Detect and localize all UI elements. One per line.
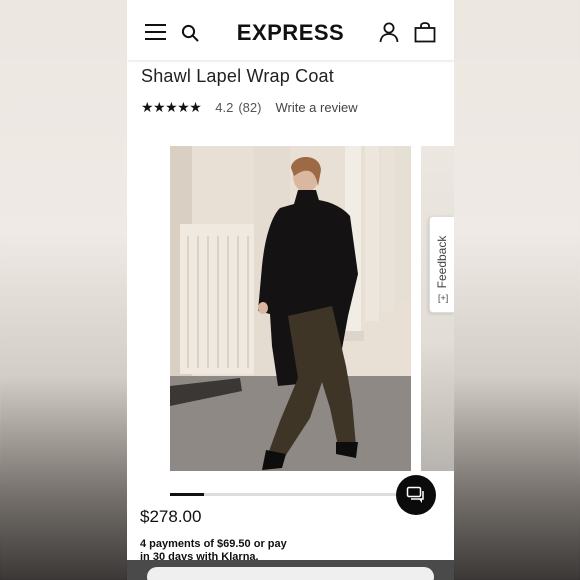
feedback-label: Feedback bbox=[435, 235, 449, 289]
chat-button[interactable] bbox=[396, 475, 436, 515]
review-count[interactable]: (82) bbox=[238, 100, 261, 115]
star-rating-icons: ★★★★★ bbox=[141, 98, 202, 115]
product-page: EXPRESS Shawl Lapel Wrap Coat ★★★★★ 4.2 … bbox=[127, 0, 454, 580]
feedback-icon: [+] bbox=[438, 293, 449, 303]
product-image[interactable] bbox=[170, 146, 411, 471]
klarna-line-1: 4 payments of $69.50 or pay bbox=[140, 538, 287, 550]
account-icon[interactable] bbox=[379, 22, 399, 48]
rating-value: 4.2 bbox=[215, 99, 234, 115]
blurred-backdrop-left bbox=[0, 0, 127, 580]
product-title: Shawl Lapel Wrap Coat bbox=[141, 66, 334, 86]
write-review-link[interactable]: Write a review bbox=[275, 100, 357, 115]
bag-icon[interactable] bbox=[414, 22, 436, 48]
gallery-progress-fill bbox=[170, 493, 204, 496]
product-price: $278.00 bbox=[140, 507, 202, 526]
brand-logo[interactable]: EXPRESS bbox=[127, 20, 454, 46]
blurred-backdrop-right bbox=[454, 0, 580, 580]
top-navigation-bar: EXPRESS bbox=[127, 0, 454, 60]
feedback-tab[interactable]: Feedback [+] bbox=[429, 216, 454, 313]
gallery-progress-bar bbox=[170, 493, 411, 496]
chat-icon bbox=[406, 486, 424, 503]
rating-row: ★★★★★ 4.2 (82) Write a review bbox=[141, 99, 358, 115]
add-to-bag-bar[interactable] bbox=[147, 567, 434, 580]
